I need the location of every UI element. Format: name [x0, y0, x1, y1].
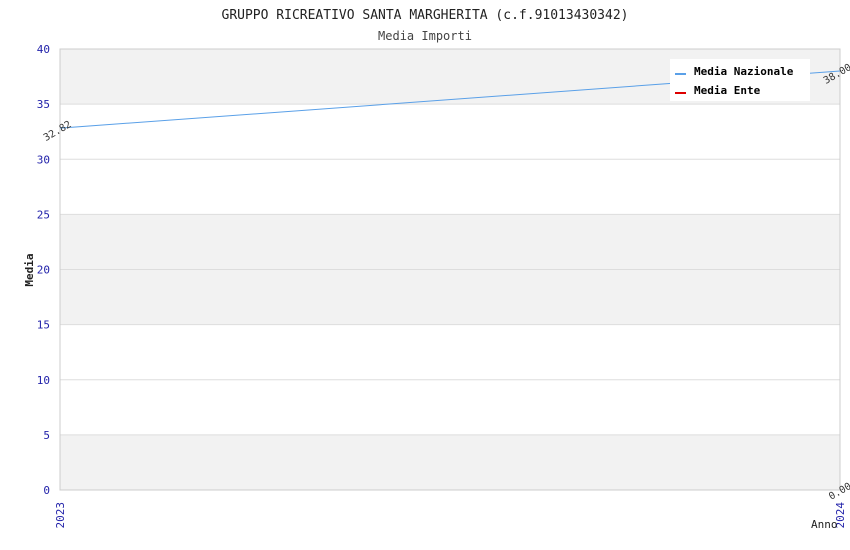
x-tick-label: 2023: [54, 502, 67, 529]
plot-band: [60, 434, 840, 490]
y-axis-label: Media: [23, 253, 36, 286]
y-tick-label: 5: [43, 429, 50, 442]
chart-subtitle: Media Importi: [378, 29, 472, 43]
y-tick-label: 30: [37, 153, 50, 166]
y-tick-label: 20: [37, 264, 50, 277]
data-label: 32.82: [42, 119, 74, 144]
grid-lines: [60, 48, 840, 491]
y-tick-label: 25: [37, 208, 50, 221]
y-tick-label: 40: [37, 43, 50, 56]
y-tick-label: 0: [43, 484, 50, 497]
y-tick-label: 35: [37, 98, 50, 111]
legend-label: Media Nazionale: [694, 65, 794, 78]
y-tick-label: 15: [37, 319, 50, 332]
plot-band: [60, 269, 840, 325]
x-axis: 2023 2024: [54, 502, 847, 529]
chart-title: GRUPPO RICREATIVO SANTA MARGHERITA (c.f.…: [222, 8, 629, 23]
y-axis: 0 5 10 15 20 25 30 35 40: [37, 43, 50, 497]
legend-label: Media Ente: [694, 84, 761, 97]
plot-band: [60, 214, 840, 270]
chart: GRUPPO RICREATIVO SANTA MARGHERITA (c.f.…: [23, 8, 850, 531]
legend: Media Nazionale Media Ente: [670, 59, 810, 101]
y-tick-label: 10: [37, 374, 50, 387]
x-axis-label: Anno: [811, 518, 838, 531]
